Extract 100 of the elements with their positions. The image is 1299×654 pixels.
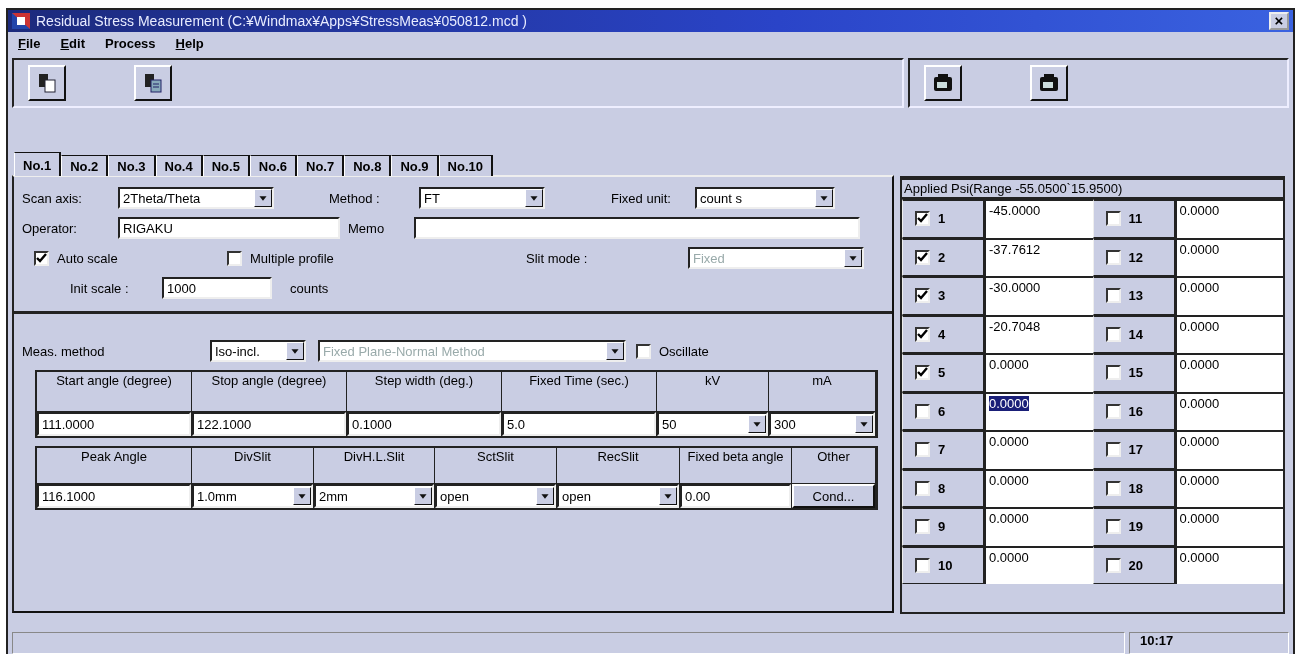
caret-icon xyxy=(855,415,873,433)
menu-item[interactable]: Help xyxy=(175,35,204,51)
checkbox[interactable] xyxy=(227,250,242,266)
fixed-unit-dropdown[interactable]: count s xyxy=(695,187,835,209)
checkbox[interactable] xyxy=(1105,403,1121,419)
caret-icon xyxy=(659,487,677,505)
caret-icon xyxy=(414,487,432,505)
psi-number: 1 xyxy=(938,211,946,227)
menu-item[interactable]: Process xyxy=(105,35,156,51)
menu-item[interactable]: Edit xyxy=(60,35,85,51)
tab[interactable]: No.8 xyxy=(344,155,392,176)
psi-value-field[interactable]: 0.0000 xyxy=(1174,545,1283,584)
psi-value-field[interactable]: 0.0000 xyxy=(1174,391,1283,430)
checkbox[interactable] xyxy=(1105,480,1121,496)
psi-number: 16 xyxy=(1128,403,1143,419)
toolbar-button[interactable] xyxy=(28,65,66,101)
psi-value-field[interactable]: 0.0000 xyxy=(1174,430,1283,469)
checkbox[interactable] xyxy=(915,442,930,458)
psi-value-field[interactable]: 0.0000 xyxy=(984,507,1093,546)
psi-value-field[interactable]: -20.7048 xyxy=(984,314,1093,353)
tab[interactable]: No.2 xyxy=(61,155,109,176)
close-button[interactable]: × xyxy=(1269,12,1289,30)
checkbox[interactable] xyxy=(1105,326,1121,342)
angle-cell-field[interactable]: 111.0000 xyxy=(37,412,191,436)
checkbox[interactable] xyxy=(915,326,930,342)
checkbox[interactable] xyxy=(915,557,930,573)
psi-number: 19 xyxy=(1128,519,1143,535)
tab[interactable]: No.5 xyxy=(202,155,250,176)
checkbox[interactable] xyxy=(1105,249,1121,265)
psi-value-field[interactable]: 0.0000 xyxy=(1174,314,1283,353)
unit-label: counts xyxy=(290,280,329,296)
angle-cell-dropdown[interactable]: 50 xyxy=(657,412,768,436)
camera-icon xyxy=(1037,72,1060,94)
slit-cell-field[interactable]: 116.1000 xyxy=(37,484,191,508)
checkbox[interactable] xyxy=(915,249,930,265)
slit-cell-dropdown[interactable]: 2mm xyxy=(314,484,434,508)
checkbox[interactable] xyxy=(915,480,930,496)
checkbox[interactable] xyxy=(34,250,49,266)
slit-cell-field[interactable]: 0.00 xyxy=(680,484,791,508)
checkbox[interactable] xyxy=(1105,211,1121,227)
angle-cell-field[interactable]: 122.1000 xyxy=(192,412,346,436)
method-dropdown[interactable]: FT xyxy=(419,187,545,209)
checkbox[interactable] xyxy=(1105,365,1121,381)
checkbox[interactable] xyxy=(915,288,930,304)
psi-value-field[interactable]: 0.0000 xyxy=(1174,507,1283,546)
checkbox[interactable] xyxy=(915,403,930,419)
psi-value-field[interactable]: 0.0000 xyxy=(1174,468,1283,507)
psi-value-field[interactable]: 0.0000 xyxy=(1174,353,1283,392)
psi-number: 15 xyxy=(1128,365,1143,381)
tab[interactable]: No.10 xyxy=(438,155,493,176)
menu-item[interactable]: File xyxy=(18,35,41,51)
tab[interactable]: No.9 xyxy=(391,155,439,176)
psi-number: 8 xyxy=(938,480,946,496)
psi-value-field[interactable]: 0.0000 xyxy=(984,430,1093,469)
memo-field[interactable] xyxy=(414,217,860,239)
checkbox-label: Oscillate xyxy=(659,343,709,359)
psi-value-field[interactable]: -37.7612 xyxy=(984,237,1093,276)
checkbox[interactable] xyxy=(1105,288,1121,304)
checkbox[interactable] xyxy=(915,519,930,535)
angle-cell-dropdown[interactable]: 300 xyxy=(769,412,875,436)
init-scale-field[interactable]: 1000 xyxy=(162,277,272,299)
checkbox[interactable] xyxy=(915,211,930,227)
tab[interactable]: No.7 xyxy=(297,155,345,176)
psi-value-field[interactable]: -45.0000 xyxy=(984,199,1093,238)
cond-button[interactable]: Cond... xyxy=(792,484,875,508)
app-icon xyxy=(12,13,30,29)
angle-cell-field[interactable]: 5.0 xyxy=(502,412,656,436)
psi-value-field[interactable]: -30.0000 xyxy=(984,276,1093,315)
psi-value-field[interactable]: 0.0000 xyxy=(984,468,1093,507)
tab[interactable]: No.3 xyxy=(108,155,156,176)
checkbox[interactable] xyxy=(636,343,651,359)
toolbar-button[interactable] xyxy=(1029,65,1068,101)
psi-number: 10 xyxy=(938,557,953,573)
psi-value-field[interactable]: 0.0000 xyxy=(1174,237,1283,276)
field-label: Method : xyxy=(329,190,381,206)
psi-value-field[interactable]: 0.0000 xyxy=(984,545,1093,584)
checkbox[interactable] xyxy=(915,365,930,381)
meas-method-dropdown[interactable]: Iso-incl. xyxy=(210,340,306,362)
checkbox[interactable] xyxy=(1105,442,1121,458)
angle-cell-field[interactable]: 0.1000 xyxy=(347,412,501,436)
psi-value-field[interactable]: 0.0000 xyxy=(984,353,1093,392)
psi-number: 5 xyxy=(938,365,946,381)
operator-field[interactable]: RIGAKU xyxy=(118,217,340,239)
tab[interactable]: No.4 xyxy=(155,155,203,176)
toolbar-button[interactable] xyxy=(134,65,172,101)
checkbox[interactable] xyxy=(1105,557,1121,573)
psi-value-field[interactable]: 0.0000 xyxy=(1174,276,1283,315)
scan-axis-dropdown[interactable]: 2Theta/Theta xyxy=(118,187,274,209)
caret-icon xyxy=(293,487,311,505)
slit-cell-dropdown[interactable]: open xyxy=(435,484,556,508)
psi-number: 4 xyxy=(938,326,946,342)
toolbar-button[interactable] xyxy=(923,65,962,101)
slit-cell-dropdown[interactable]: 1.0mm xyxy=(192,484,313,508)
checkbox[interactable] xyxy=(1105,519,1121,535)
psi-value-field[interactable]: 0.0000 xyxy=(984,391,1093,430)
psi-value-field[interactable]: 0.0000 xyxy=(1174,199,1283,238)
tab[interactable]: No.6 xyxy=(249,155,298,176)
tab[interactable]: No.1 xyxy=(14,152,62,176)
slit-cell-dropdown[interactable]: open xyxy=(557,484,679,508)
psi-number: 17 xyxy=(1128,442,1143,458)
